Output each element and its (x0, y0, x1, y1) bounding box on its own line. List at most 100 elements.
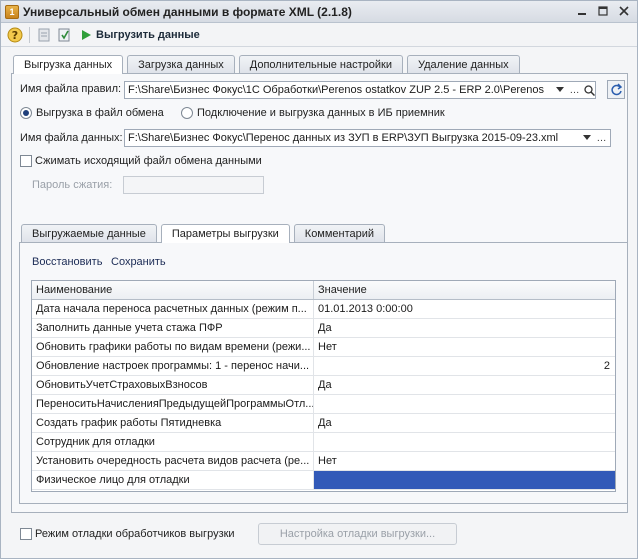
rules-file-label: Имя файла правил: (20, 83, 122, 95)
data-file-browse[interactable]: … (594, 130, 609, 146)
tab-additional-settings-label: Дополнительные настройки (249, 58, 392, 71)
compress-label: Сжимать исходящий файл обмена данными (35, 155, 262, 167)
radio-connect-to-ib[interactable] (181, 107, 193, 119)
app-icon: 1 (5, 4, 19, 19)
save-button[interactable]: Сохранить (111, 256, 166, 268)
column-header-name[interactable]: Наименование (32, 281, 314, 299)
param-name: Создать график работы Пятидневка (32, 414, 314, 432)
read-rules-button[interactable] (54, 25, 74, 45)
play-icon (82, 29, 91, 40)
param-value[interactable]: Да (314, 414, 615, 432)
password-label: Пароль сжатия: (32, 179, 113, 191)
refresh-icon (610, 83, 622, 96)
tab-exported-data-label: Выгружаемые данные (32, 227, 146, 240)
param-name: Дата начала переноса расчетных данных (р… (32, 300, 314, 318)
param-name: Обновить графики работы по видам времени… (32, 338, 314, 356)
debug-settings-button[interactable]: Настройка отладки выгрузки... (258, 523, 457, 545)
table-row-selected[interactable]: Физическое лицо для отладки (32, 471, 615, 490)
tab-import-label: Загрузка данных (138, 58, 224, 71)
maximize-icon (598, 6, 608, 16)
param-value-selected[interactable] (314, 471, 615, 489)
import-document-icon (58, 28, 70, 41)
minimize-icon (578, 13, 586, 15)
table-row[interactable]: Обновить графики работы по видам времени… (32, 338, 615, 357)
tab-export-label: Выгрузка данных (24, 59, 113, 71)
table-row[interactable]: Сотрудник для отладки (32, 433, 615, 452)
param-name: Физическое лицо для отладки (32, 471, 314, 489)
password-input[interactable] (123, 176, 264, 194)
toolbar-separator (29, 26, 30, 43)
table-row[interactable]: ПереноситьНачисленияПредыдущейПрограммыО… (32, 395, 615, 414)
param-value[interactable]: 2 (314, 357, 615, 375)
debug-mode-checkbox[interactable] (20, 528, 32, 540)
help-icon: ? (7, 27, 23, 42)
tab-export[interactable]: Выгрузка данных (13, 55, 124, 74)
data-file-label: Имя файла данных: (20, 132, 123, 144)
minimize-button[interactable] (573, 3, 591, 19)
maximize-button[interactable] (594, 3, 612, 19)
close-button[interactable] (615, 3, 633, 19)
column-header-value[interactable]: Значение (314, 281, 615, 299)
tab-export-params-label: Параметры выгрузки (171, 228, 279, 240)
param-value[interactable] (314, 433, 615, 451)
param-value[interactable] (314, 395, 615, 413)
table-row[interactable]: Заполнить данные учета стажа ПФР Да (32, 319, 615, 338)
rules-file-browse[interactable]: … (567, 82, 582, 98)
rules-file-value: F:\Share\Бизнес Фокус\1С Обработки\Peren… (128, 84, 544, 96)
tab-delete-data[interactable]: Удаление данных (406, 55, 520, 73)
close-icon (619, 6, 629, 16)
table-row[interactable]: ОбновитьУчетСтраховыхВзносов Да (32, 376, 615, 395)
tab-export-params[interactable]: Параметры выгрузки (160, 224, 290, 243)
search-icon (584, 84, 595, 96)
export-data-label: Выгрузить данные (96, 28, 200, 41)
tab-comment-label: Комментарий (304, 227, 375, 240)
window-controls (573, 3, 633, 19)
param-name: Сотрудник для отладки (32, 433, 314, 451)
radio-connect-to-ib-label: Подключение и выгрузка данных в ИБ прием… (197, 107, 445, 119)
rules-file-open[interactable] (582, 82, 597, 98)
radio-export-to-file[interactable] (20, 107, 32, 119)
title-bar: 1 Универсальный обмен данными в формате … (1, 1, 637, 23)
param-value[interactable]: 01.01.2013 0:00:00 (314, 300, 615, 318)
radio-export-to-file-label: Выгрузка в файл обмена (36, 107, 164, 119)
help-button[interactable]: ? (5, 25, 25, 45)
chevron-down-icon (555, 87, 564, 92)
table-row[interactable]: Создать график работы Пятидневка Да (32, 414, 615, 433)
tab-delete-data-label: Удаление данных (417, 58, 509, 71)
param-name: Установить очередность расчета видов рас… (32, 452, 314, 470)
restore-button[interactable]: Восстановить (32, 256, 102, 268)
open-rules-button[interactable] (34, 25, 54, 45)
param-value[interactable]: Нет (314, 338, 615, 356)
param-name: Заполнить данные учета стажа ПФР (32, 319, 314, 337)
data-file-dropdown[interactable] (579, 130, 594, 146)
svg-text:?: ? (12, 29, 18, 42)
data-file-value: F:\Share\Бизнес Фокус\Перенос данных из … (128, 132, 559, 144)
chevron-down-icon (582, 135, 591, 140)
main-window: 1 Универсальный обмен данными в формате … (0, 0, 638, 559)
table-row[interactable]: Дата начала переноса расчетных данных (р… (32, 300, 615, 319)
window-title: Универсальный обмен данными в формате XM… (23, 4, 352, 19)
debug-mode-label: Режим отладки обработчиков выгрузки (35, 528, 235, 540)
debug-settings-label: Настройка отладки выгрузки... (279, 528, 436, 540)
param-name: Обновление настроек программы: 1 - перен… (32, 357, 314, 375)
table-row[interactable]: Установить очередность расчета видов рас… (32, 452, 615, 471)
sub-tabs: Выгружаемые данные Параметры выгрузки Ко… (21, 224, 389, 243)
tab-import[interactable]: Загрузка данных (127, 55, 235, 73)
rules-file-dropdown[interactable] (552, 82, 567, 98)
param-value[interactable]: Да (314, 319, 615, 337)
export-data-button[interactable]: Выгрузить данные (80, 29, 200, 41)
param-name: ПереноситьНачисленияПредыдущейПрограммыО… (32, 395, 314, 413)
tab-exported-data[interactable]: Выгружаемые данные (21, 224, 157, 242)
data-file-input[interactable]: F:\Share\Бизнес Фокус\Перенос данных из … (124, 129, 611, 147)
param-value[interactable]: Да (314, 376, 615, 394)
tab-additional-settings[interactable]: Дополнительные настройки (238, 55, 403, 73)
table-row[interactable]: Обновление настроек программы: 1 - перен… (32, 357, 615, 376)
tab-comment[interactable]: Комментарий (293, 224, 386, 242)
params-table: Наименование Значение Дата начала перено… (31, 280, 616, 492)
compress-checkbox[interactable] (20, 155, 32, 167)
param-value[interactable]: Нет (314, 452, 615, 470)
document-icon (38, 28, 50, 41)
rules-file-input[interactable]: F:\Share\Бизнес Фокус\1С Обработки\Peren… (124, 81, 596, 99)
param-name: ОбновитьУчетСтраховыхВзносов (32, 376, 314, 394)
refresh-rules-button[interactable] (607, 80, 625, 99)
